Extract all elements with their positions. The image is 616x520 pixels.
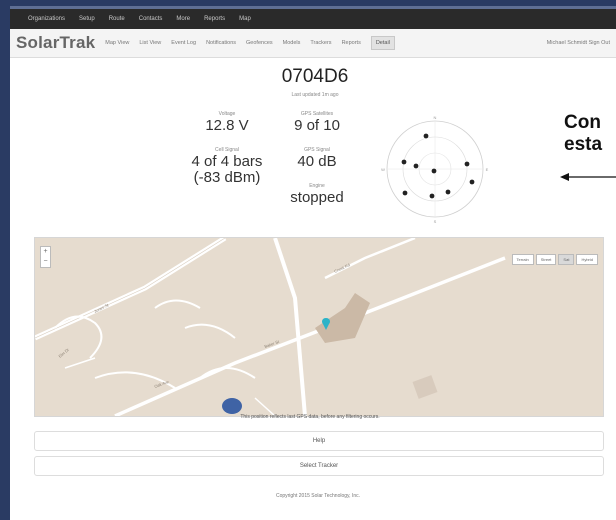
satellite-dot	[423, 133, 429, 139]
cell-signal-stat: Cell Signal 4 of 4 bars (-83 dBm)	[182, 146, 272, 186]
gps-signal-stat: GPS Signal 40 dB	[272, 146, 362, 170]
nav-reports[interactable]: Reports	[342, 40, 361, 46]
annotation-callout: Con esta	[564, 112, 602, 156]
satellite-dot	[401, 159, 407, 165]
map-zoom-control: + −	[40, 246, 51, 268]
satellite-skyplot: N E S W	[381, 115, 489, 224]
topnav-reports[interactable]: Reports	[204, 16, 225, 22]
zoom-out-button[interactable]: −	[41, 257, 50, 267]
footer-copyright: Copyright 2015 Solar Technology, Inc.	[275, 493, 361, 499]
topnav-organizations[interactable]: Organizations	[28, 16, 65, 22]
callout-arrow-icon	[560, 173, 616, 181]
nav-map-view[interactable]: Map View	[105, 40, 129, 46]
cell-signal-bars: 4 of 4 bars	[191, 153, 263, 170]
satellites-value: 9 of 10	[294, 117, 340, 134]
topnav-contacts[interactable]: Contacts	[139, 16, 163, 22]
map-type-terrain[interactable]: Terrain	[511, 254, 534, 265]
top-navigation-bar: Organizations Setup Route Contacts More …	[10, 9, 616, 29]
satellite-dot	[431, 168, 437, 174]
nav-event-log[interactable]: Event Log	[171, 40, 196, 46]
topnav-route[interactable]: Route	[109, 16, 125, 22]
map-view[interactable]: Jones St Baker St Oak Ave Elm Dr Creek R…	[34, 237, 604, 417]
help-button[interactable]: Help	[34, 431, 604, 451]
compass-south: S	[434, 219, 437, 224]
satellite-dot	[429, 193, 435, 199]
voltage-stat: Voltage 12.8 V	[182, 110, 272, 134]
callout-line-1: Con	[564, 112, 601, 133]
compass-east: E	[486, 167, 489, 172]
nav-detail[interactable]: Detail	[370, 36, 395, 50]
browser-page: Organizations Setup Route Contacts More …	[10, 6, 616, 520]
satellite-dot	[413, 163, 419, 169]
nav-models[interactable]: Models	[283, 40, 301, 46]
select-tracker-button[interactable]: Select Tracker	[34, 456, 604, 476]
map-note: This position reflects last GPS data, be…	[240, 414, 380, 420]
cell-signal-dbm: (-83 dBm)	[193, 169, 261, 186]
voltage-value: 12.8 V	[205, 117, 249, 134]
satellite-dot	[464, 161, 470, 167]
satellite-dot	[402, 190, 408, 196]
compass-north: N	[434, 115, 437, 120]
nav-list-view[interactable]: List View	[139, 40, 161, 46]
topnav-setup[interactable]: Setup	[79, 16, 95, 22]
nav-geofences[interactable]: Geofences	[246, 40, 273, 46]
satellite-dot	[445, 189, 451, 195]
app-navigation-bar: SolarTrak Map View List View Event Log N…	[10, 29, 616, 58]
satellites-stat: GPS Satellites 9 of 10	[272, 110, 362, 134]
engine-value: stopped	[290, 189, 344, 206]
compass-west: W	[381, 167, 385, 172]
map-type-selector: Terrain Street Sat Hybrid	[510, 254, 598, 265]
callout-line-2: esta	[564, 134, 603, 155]
engine-stat: Engine stopped	[272, 182, 362, 206]
map-type-street[interactable]: Street	[535, 254, 557, 265]
map-type-sat[interactable]: Sat	[558, 254, 575, 265]
map-type-hybrid[interactable]: Hybrid	[576, 254, 598, 265]
gps-signal-value: 40 dB	[297, 153, 337, 170]
zoom-in-button[interactable]: +	[41, 247, 50, 257]
topnav-map[interactable]: Map	[239, 16, 251, 22]
topnav-more[interactable]: More	[176, 16, 190, 22]
nav-notifications[interactable]: Notifications	[206, 40, 236, 46]
last-updated: Last updated 1m ago	[291, 92, 339, 98]
nav-trackers[interactable]: Trackers	[310, 40, 331, 46]
user-menu[interactable]: Michael Schmidt Sign Out	[547, 40, 610, 46]
tracker-id: 0704D6	[281, 66, 349, 87]
brand-logo[interactable]: SolarTrak	[16, 33, 95, 53]
satellite-dot	[469, 179, 475, 185]
